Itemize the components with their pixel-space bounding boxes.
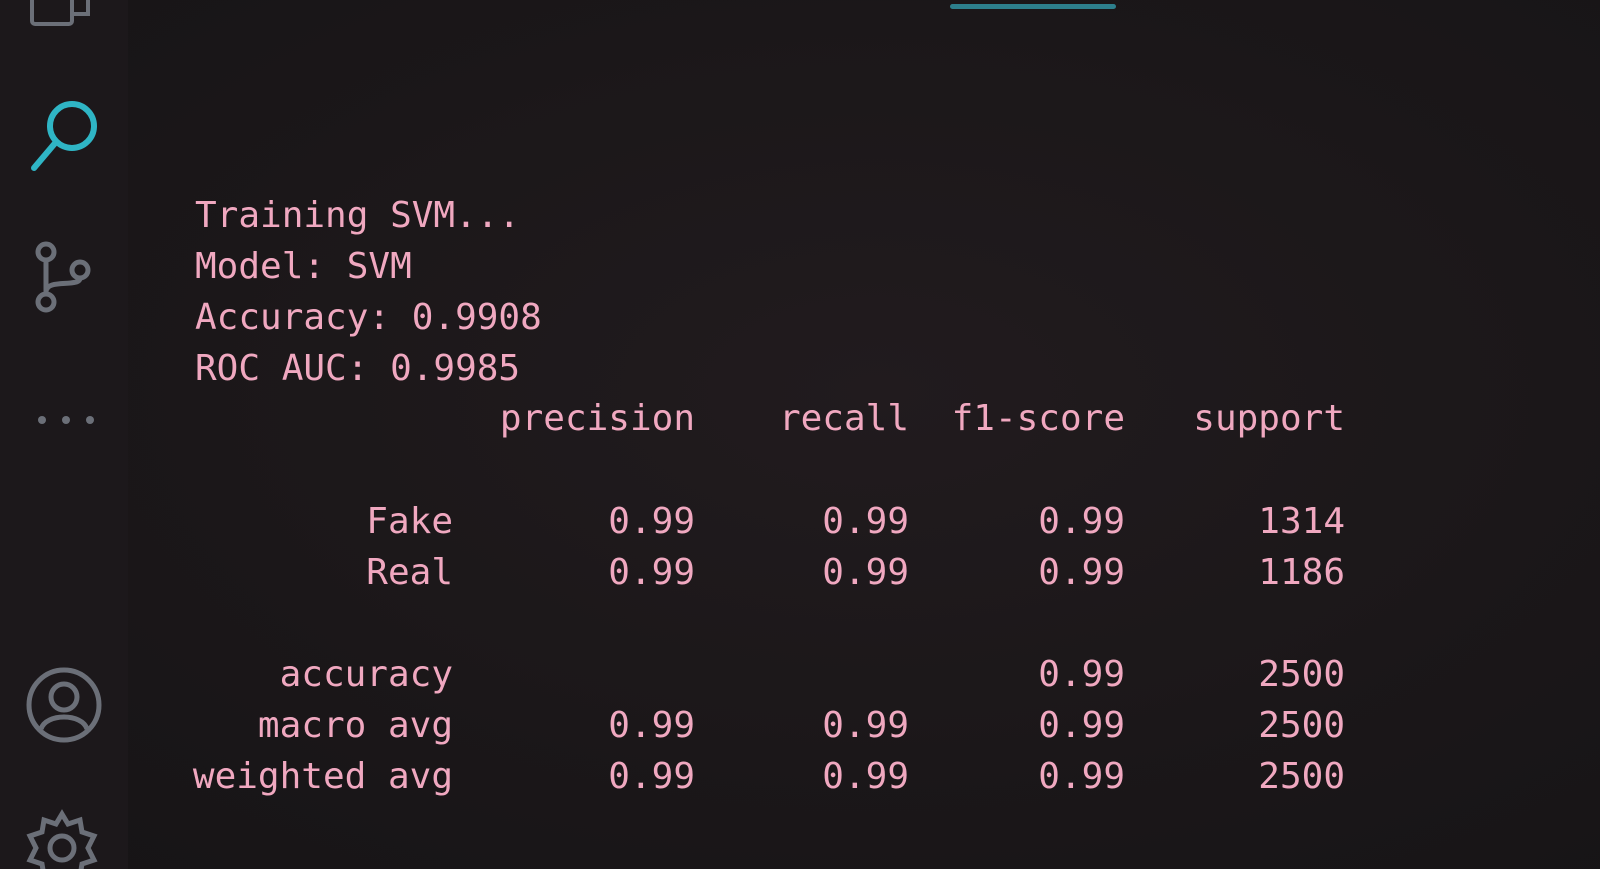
- accuracy-support: 2500: [1258, 654, 1345, 695]
- real-precision: 0.99: [608, 552, 695, 593]
- accuracy-line: Accuracy: 0.9908: [195, 297, 542, 338]
- accuracy-f1: 0.99: [1038, 654, 1125, 695]
- fake-support: 1314: [1258, 501, 1345, 542]
- screen: Training SVM... Model: SVM Accuracy: 0.9…: [0, 0, 1600, 869]
- weighted-avg-precision: 0.99: [608, 756, 695, 797]
- row-label-accuracy: accuracy: [279, 654, 453, 695]
- macro-avg-recall: 0.99: [822, 705, 909, 746]
- macro-avg-precision: 0.99: [608, 705, 695, 746]
- roc-auc-line: ROC AUC: 0.9985: [195, 348, 521, 389]
- weighted-avg-recall: 0.99: [822, 756, 909, 797]
- more-icon[interactable]: [36, 414, 100, 426]
- activity-bar: [0, 0, 128, 869]
- header-precision: precision: [499, 398, 695, 439]
- fake-recall: 0.99: [822, 501, 909, 542]
- settings-icon[interactable]: [22, 808, 102, 869]
- header-recall: recall: [778, 398, 909, 439]
- row-label-macro-avg: macro avg: [257, 705, 453, 746]
- header-support: support: [1193, 398, 1345, 439]
- real-recall: 0.99: [822, 552, 909, 593]
- header-f1-score: f1-score: [951, 398, 1125, 439]
- training-status-line: Training SVM...: [195, 195, 521, 236]
- fake-precision: 0.99: [608, 501, 695, 542]
- search-icon[interactable]: [28, 96, 108, 176]
- real-f1: 0.99: [1038, 552, 1125, 593]
- fake-f1: 0.99: [1038, 501, 1125, 542]
- row-label-fake: Fake: [366, 501, 453, 542]
- account-icon[interactable]: [24, 665, 104, 745]
- macro-avg-f1: 0.99: [1038, 705, 1125, 746]
- model-line: Model: SVM: [195, 246, 412, 287]
- row-label-weighted-avg: weighted avg: [192, 756, 453, 797]
- explorer-icon[interactable]: [28, 0, 98, 32]
- macro-avg-support: 2500: [1258, 705, 1345, 746]
- source-control-icon[interactable]: [32, 240, 102, 320]
- real-support: 1186: [1258, 552, 1345, 593]
- row-label-real: Real: [366, 552, 453, 593]
- active-tab-indicator: [950, 4, 1116, 9]
- weighted-avg-support: 2500: [1258, 756, 1345, 797]
- weighted-avg-f1: 0.99: [1038, 756, 1125, 797]
